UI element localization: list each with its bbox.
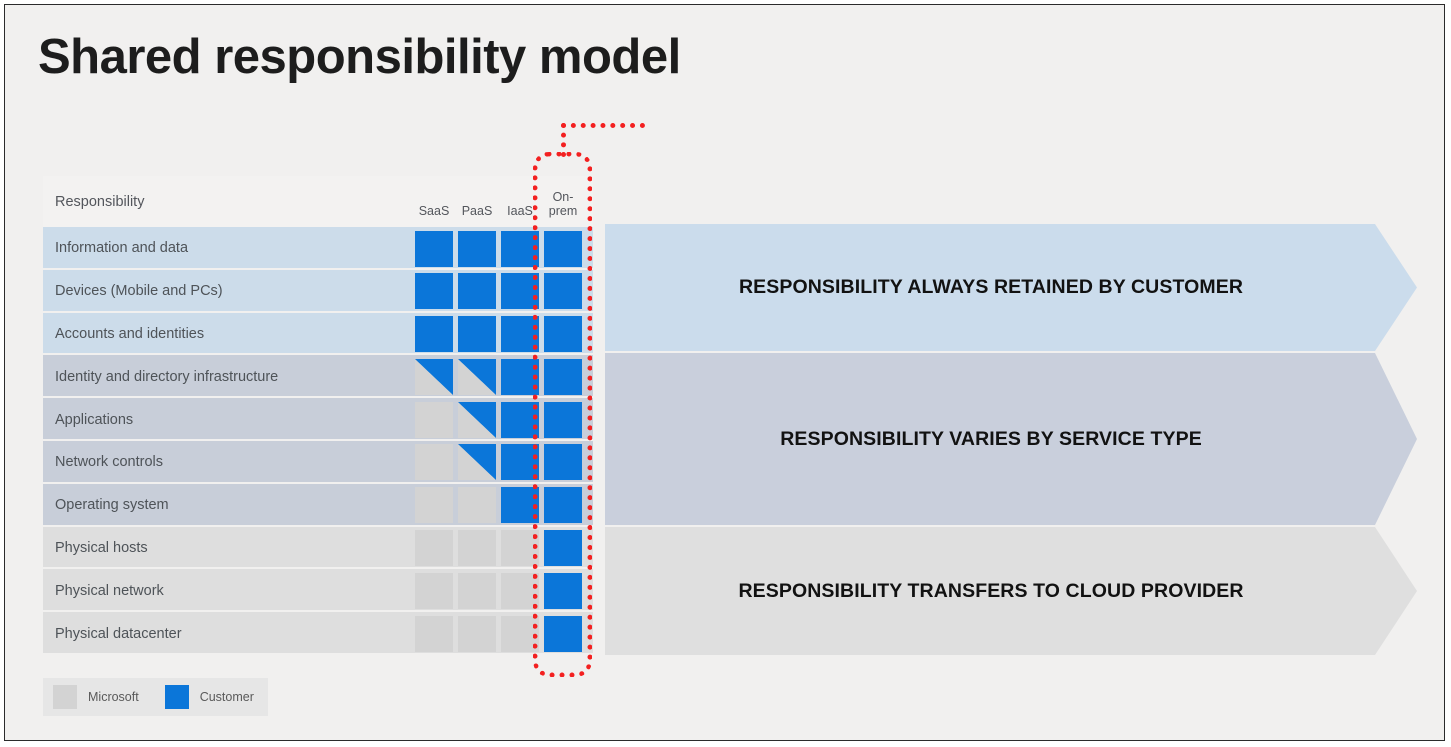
row-label: Physical hosts — [55, 539, 148, 556]
banner-customer-retained: RESPONSIBILITY ALWAYS RETAINED BY CUSTOM… — [605, 224, 1417, 351]
row-label: Physical datacenter — [55, 625, 182, 642]
matrix-cell — [458, 572, 496, 609]
matrix-cell — [544, 487, 582, 524]
matrix-cell — [458, 358, 496, 395]
column-header-iaas: IaaS — [501, 176, 539, 227]
matrix-cell — [544, 572, 582, 609]
matrix-cell — [415, 572, 453, 609]
matrix-cell — [544, 530, 582, 567]
matrix-cell — [501, 615, 539, 652]
table-row: Physical datacenter — [43, 612, 593, 655]
row-label: Devices (Mobile and PCs) — [55, 283, 223, 300]
annotation-dotted-tail-stub-icon — [561, 123, 566, 157]
column-header-iaas-label: IaaS — [507, 203, 533, 218]
column-header-saas: SaaS — [415, 176, 453, 227]
matrix-cell — [415, 273, 453, 310]
matrix-cell — [415, 401, 453, 438]
matrix-cell — [501, 572, 539, 609]
matrix-cell — [501, 401, 539, 438]
matrix-cell — [544, 273, 582, 310]
matrix-cell — [458, 316, 496, 353]
row-label: Information and data — [55, 240, 189, 257]
responsibility-matrix: Responsibility SaaS PaaS IaaS On-prem In… — [43, 176, 593, 655]
matrix-cell — [458, 615, 496, 652]
row-label: Applications — [55, 411, 134, 428]
row-label: Identity and directory infrastructure — [55, 368, 279, 385]
annotation-dotted-tail-icon — [561, 123, 645, 128]
matrix-cell — [501, 444, 539, 481]
table-row: Information and data — [43, 227, 593, 270]
table-row: Identity and directory infrastructure — [43, 355, 593, 399]
matrix-cell — [415, 230, 453, 267]
matrix-cell — [458, 487, 496, 524]
table-header-row: Responsibility SaaS PaaS IaaS On-prem — [43, 176, 593, 227]
table-row: Physical hosts — [43, 526, 593, 570]
row-label: Accounts and identities — [55, 325, 205, 342]
column-header-paas: PaaS — [458, 176, 496, 227]
matrix-cell — [501, 230, 539, 267]
matrix-cell — [501, 487, 539, 524]
banner-label: RESPONSIBILITY ALWAYS RETAINED BY CUSTOM… — [738, 276, 1244, 298]
matrix-cell — [415, 444, 453, 481]
legend-label-microsoft: Microsoft — [88, 690, 139, 704]
matrix-cell — [458, 230, 496, 267]
row-label: Network controls — [55, 454, 163, 471]
table-body: Information and data Devices (Mobile and … — [43, 227, 593, 655]
legend-label-customer: Customer — [199, 690, 254, 704]
matrix-cell — [458, 273, 496, 310]
table-row: Devices (Mobile and PCs) — [43, 269, 593, 313]
page-title: Shared responsibility model — [38, 30, 681, 84]
column-header-onprem-label: On-prem — [548, 190, 578, 218]
legend-item-customer: Customer — [164, 685, 254, 709]
matrix-cell — [544, 615, 582, 652]
matrix-cell — [415, 487, 453, 524]
table-row: Network controls — [43, 440, 593, 484]
banner-label: RESPONSIBILITY VARIES BY SERVICE TYPE — [780, 427, 1202, 450]
matrix-cell — [458, 444, 496, 481]
matrix-cell — [415, 316, 453, 353]
column-header-responsibility: Responsibility — [55, 194, 145, 210]
matrix-cell — [415, 358, 453, 395]
table-row: Operating system — [43, 483, 593, 527]
matrix-cell — [458, 530, 496, 567]
matrix-cell — [501, 273, 539, 310]
matrix-cell — [501, 358, 539, 395]
matrix-cell — [544, 401, 582, 438]
legend: Microsoft Customer — [43, 678, 268, 716]
legend-swatch-microsoft-icon — [53, 685, 77, 709]
matrix-cell — [544, 358, 582, 395]
table-row: Physical network — [43, 569, 593, 613]
legend-item-microsoft: Microsoft — [53, 685, 139, 709]
table-row: Accounts and identities — [43, 312, 593, 356]
column-header-paas-label: PaaS — [461, 203, 493, 218]
matrix-cell — [501, 316, 539, 353]
column-header-saas-label: SaaS — [418, 203, 450, 218]
matrix-cell — [415, 530, 453, 567]
slide-canvas: Shared responsibility model RESPONSIBILI… — [4, 4, 1445, 741]
banner-transfers-to-provider: RESPONSIBILITY TRANSFERS TO CLOUD PROVID… — [605, 527, 1417, 655]
banner-label: RESPONSIBILITY TRANSFERS TO CLOUD PROVID… — [738, 579, 1244, 602]
legend-swatch-customer-icon — [164, 685, 189, 709]
matrix-cell — [501, 530, 539, 567]
row-label: Physical network — [55, 582, 164, 599]
row-label: Operating system — [55, 497, 169, 514]
table-row: Applications — [43, 398, 593, 441]
matrix-cell — [544, 230, 582, 267]
banner-varies-by-service: RESPONSIBILITY VARIES BY SERVICE TYPE — [605, 353, 1417, 525]
matrix-cell — [544, 316, 582, 353]
matrix-cell — [458, 401, 496, 438]
column-header-onprem: On-prem — [544, 176, 582, 227]
matrix-cell — [544, 444, 582, 481]
matrix-cell — [415, 615, 453, 652]
